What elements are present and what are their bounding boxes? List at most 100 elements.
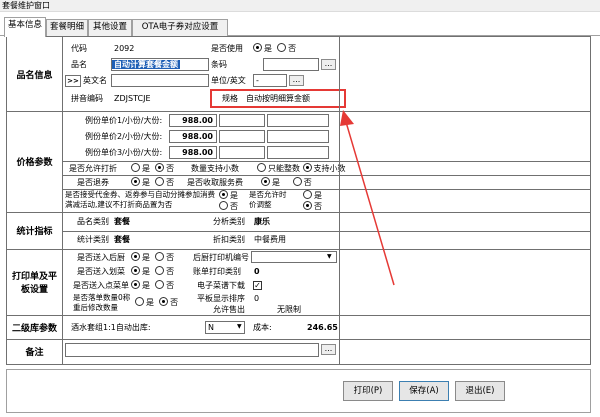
print-button[interactable]: 打印(P)	[343, 381, 393, 401]
english-expand-button[interactable]: >>	[65, 75, 81, 87]
english-name-field[interactable]	[111, 74, 209, 87]
form-panel: 品名信息 价格参数 统计指标 打印单及平板设置 二级库参数 备注 代码 2092…	[6, 36, 591, 365]
kitchen-printer-label: 后厨打印机编号	[193, 253, 249, 262]
barcode-field[interactable]	[263, 58, 319, 71]
int-only-radio[interactable]	[257, 163, 266, 172]
coupon-share-radio-group: 是 否	[219, 190, 245, 212]
tab-bar: 基本信息 套餐明细 其他设置 OTA电子券对应设置	[0, 16, 600, 37]
qty-decimal-label: 数量支持小数	[191, 164, 239, 173]
discount-category-label: 折扣类别	[213, 235, 245, 244]
discount-no-radio[interactable]	[155, 163, 165, 172]
pinyin-field[interactable]: ZDJSTCJE	[111, 92, 209, 105]
menu-download-label: 电子菜谱下载	[197, 281, 245, 290]
return-coupon-label: 是否退券	[77, 178, 109, 187]
price3-small-field[interactable]	[219, 146, 265, 159]
price3-field[interactable]: 988.00	[169, 146, 217, 159]
discount-yes-radio[interactable]	[131, 163, 140, 172]
price1-field[interactable]: 988.00	[169, 114, 217, 127]
price2-small-field[interactable]	[219, 130, 265, 143]
kitchen-no-radio[interactable]	[155, 252, 165, 261]
zero-qty-no-radio[interactable]	[159, 297, 169, 306]
kitchen-yes-radio[interactable]	[131, 252, 140, 261]
handover-yes-label: 是	[142, 267, 150, 276]
coupon-yes-radio[interactable]	[219, 190, 228, 199]
section-stock-params: 二级库参数	[11, 323, 57, 334]
handover-yes-radio[interactable]	[131, 266, 140, 275]
kitchen-label: 是否送入后厨	[77, 253, 125, 262]
zero-qty-yes-label: 是	[146, 298, 154, 307]
service-fee-radio-group: 是 否	[261, 177, 312, 189]
coupon-no-radio[interactable]	[219, 201, 228, 210]
kitchen-printer-select[interactable]	[251, 251, 337, 263]
name-label: 品名	[71, 60, 87, 69]
discount-no-label: 否	[166, 164, 175, 173]
print-category-field[interactable]: 0	[251, 265, 335, 277]
cost-label: 成本:	[253, 323, 272, 332]
price1-large-field[interactable]	[267, 114, 329, 127]
price2-field[interactable]: 988.00	[169, 130, 217, 143]
active-yes-radio[interactable]	[253, 43, 262, 52]
tab-basic-info[interactable]: 基本信息	[4, 17, 46, 37]
active-yes-label: 是	[264, 44, 272, 53]
adjust-yes-radio[interactable]	[303, 190, 312, 199]
zero-qty-label: 是否落单数量0称重后修改数量	[73, 293, 131, 312]
adjust-no-radio[interactable]	[303, 201, 312, 210]
order-yes-radio[interactable]	[131, 280, 140, 289]
unit-field[interactable]: -	[253, 74, 287, 87]
price3-label: 例份单价3/小份/大份:	[85, 148, 163, 157]
kitchen-yes-label: 是	[142, 253, 150, 262]
service-no-radio[interactable]	[292, 177, 302, 186]
price-adjust-radio-group: 是 否	[303, 190, 329, 212]
remark-browse-button[interactable]: ...	[321, 344, 336, 355]
menu-download-checkbox[interactable]: ✓	[253, 280, 262, 290]
price2-large-field[interactable]	[267, 130, 329, 143]
order-label: 是否送入点菜单	[73, 281, 129, 290]
return-no-label: 否	[166, 178, 175, 187]
unit-label: 单位/英文	[211, 76, 246, 85]
category-field[interactable]: 套餐	[111, 215, 209, 228]
price-adjust-label: 是否允许时价调整	[249, 190, 287, 209]
return-yes-label: 是	[142, 178, 150, 187]
active-no-label: 否	[288, 44, 297, 53]
service-yes-radio[interactable]	[261, 177, 270, 186]
analysis-category-label: 分析类别	[213, 217, 245, 226]
service-yes-label: 是	[272, 178, 280, 187]
category-label: 品名类别	[77, 217, 109, 226]
order-yes-label: 是	[142, 281, 150, 290]
zero-qty-radio-group: 是 否	[135, 297, 178, 309]
annotation-arrow-icon	[340, 110, 395, 286]
price1-small-field[interactable]	[219, 114, 265, 127]
handover-no-radio[interactable]	[155, 266, 165, 275]
barcode-browse-button[interactable]: ...	[321, 59, 336, 70]
kitchen-no-label: 否	[166, 253, 175, 262]
analysis-category-field[interactable]: 康乐	[251, 215, 335, 228]
cost-value: 246.65	[307, 323, 338, 332]
remark-field[interactable]	[65, 343, 319, 357]
section-remark: 备注	[25, 348, 44, 358]
tablet-order-field[interactable]: 0	[251, 292, 335, 304]
support-decimal-radio[interactable]	[302, 163, 312, 172]
save-button[interactable]: 保存(A)	[399, 381, 449, 401]
service-no-label: 否	[303, 178, 312, 187]
english-name-label: 英文名	[83, 76, 107, 85]
pinyin-label: 拼音编码	[71, 94, 103, 103]
order-no-radio[interactable]	[155, 280, 165, 289]
price3-large-field[interactable]	[267, 146, 329, 159]
active-label: 是否使用	[211, 44, 243, 53]
int-only-label: 只能整数	[268, 164, 300, 173]
unit-browse-button[interactable]: ...	[289, 75, 304, 86]
tab-package-detail[interactable]: 套餐明细	[46, 19, 88, 36]
exit-button[interactable]: 退出(E)	[455, 381, 505, 401]
name-field[interactable]: 自动计算套餐金额	[111, 58, 209, 71]
code-field[interactable]: 2092	[111, 42, 207, 55]
discount-category-field[interactable]: 中餐费用	[251, 233, 335, 246]
zero-qty-yes-radio[interactable]	[135, 297, 144, 306]
tab-other-settings[interactable]: 其他设置	[88, 19, 132, 36]
active-no-radio[interactable]	[277, 43, 287, 52]
section-product-info: 品名信息	[16, 70, 53, 81]
tab-ota-coupon[interactable]: OTA电子券对应设置	[132, 19, 228, 36]
stat-category-field[interactable]: 套餐	[111, 233, 209, 246]
return-yes-radio[interactable]	[131, 177, 140, 186]
return-no-radio[interactable]	[155, 177, 165, 186]
order-radio-group: 是 否	[131, 280, 174, 292]
